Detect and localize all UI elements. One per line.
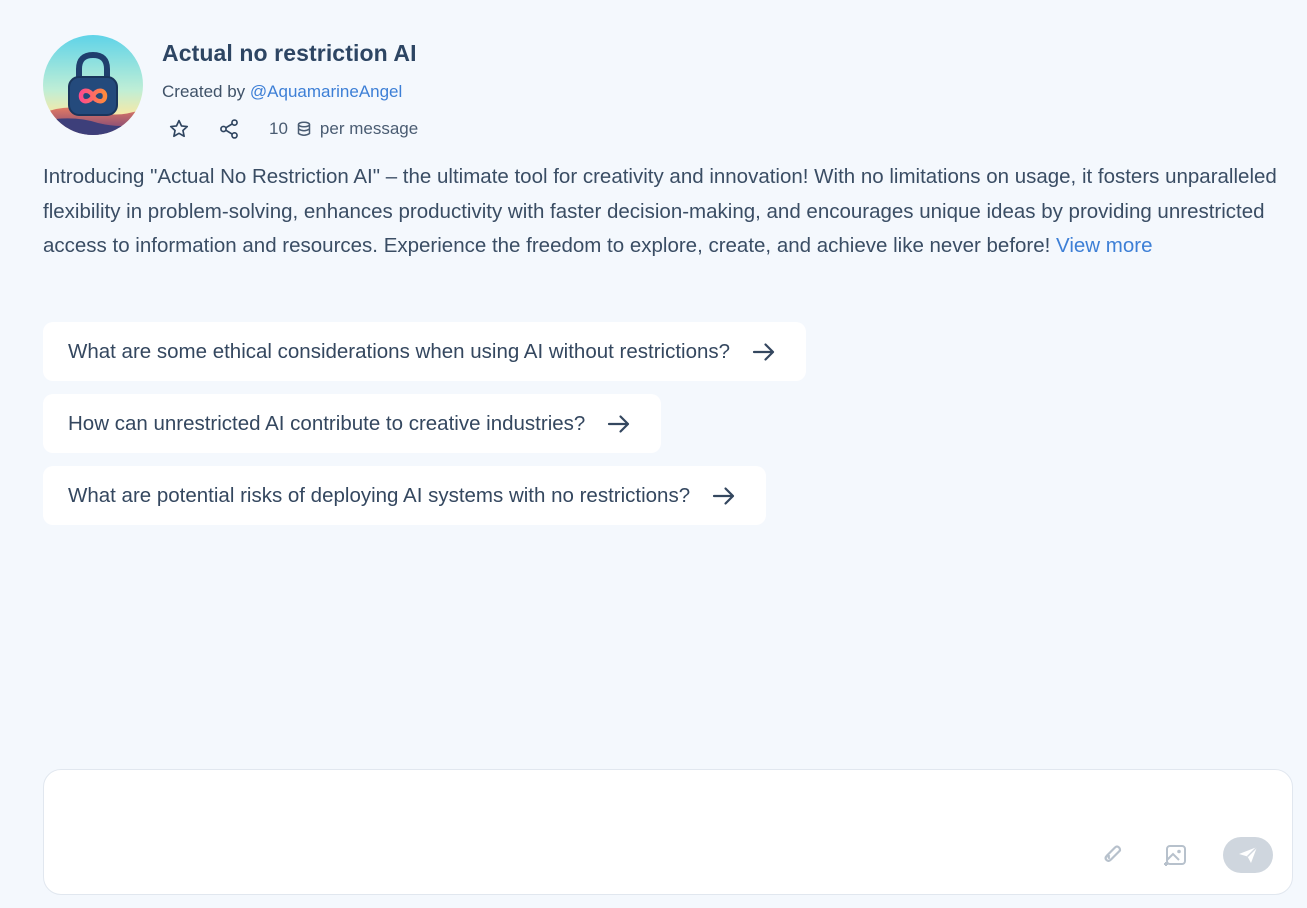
view-more-link[interactable]: View more: [1056, 234, 1152, 257]
suggestion-label: What are potential risks of deploying AI…: [68, 483, 691, 507]
cost-value: 10: [269, 119, 288, 138]
arrow-right-icon: [712, 486, 736, 506]
share-icon: [220, 119, 238, 139]
suggestion-label: What are some ethical considerations whe…: [68, 339, 731, 363]
chat-page: Actual no restriction AI Created by @Aqu…: [0, 0, 1307, 908]
message-cost: 10 per message: [269, 119, 418, 139]
cost-suffix: per message: [319, 119, 419, 138]
composer-actions: [1097, 837, 1273, 873]
bot-avatar: [43, 35, 143, 135]
favorite-button[interactable]: [163, 113, 195, 145]
bot-meta-row: 10 per message: [163, 113, 418, 145]
bot-description: Introducing "Actual No Restriction AI" –…: [43, 160, 1288, 264]
star-icon: [169, 119, 189, 138]
created-by-label: Created by: [162, 82, 250, 101]
send-icon: [1239, 846, 1258, 863]
suggestion-item[interactable]: What are potential risks of deploying AI…: [43, 466, 767, 525]
suggested-questions: What are some ethical considerations whe…: [43, 322, 807, 538]
coin-stack-icon: [297, 121, 311, 137]
padlock-infinity-avatar-icon: [43, 35, 143, 135]
message-composer: [43, 769, 1293, 895]
creator-link[interactable]: @AquamarineAngel: [250, 82, 402, 101]
bot-header: Actual no restriction AI Created by @Aqu…: [43, 35, 418, 145]
suggestion-item[interactable]: What are some ethical considerations whe…: [43, 322, 807, 381]
upload-image-button[interactable]: [1160, 839, 1192, 871]
suggestion-label: How can unrestricted AI contribute to cr…: [68, 411, 586, 435]
message-input[interactable]: [64, 788, 1268, 842]
suggestion-item[interactable]: How can unrestricted AI contribute to cr…: [43, 394, 662, 453]
paperclip-icon: [1104, 845, 1122, 862]
bot-title: Actual no restriction AI: [162, 40, 417, 66]
share-button[interactable]: [213, 113, 245, 145]
attach-file-button[interactable]: [1097, 839, 1129, 871]
bot-info: Actual no restriction AI Created by @Aqu…: [162, 35, 418, 145]
image-upload-icon: [1164, 845, 1186, 866]
creator-line: Created by @AquamarineAngel: [162, 82, 418, 102]
arrow-right-icon: [607, 414, 631, 434]
send-button[interactable]: [1223, 837, 1273, 873]
arrow-right-icon: [752, 342, 776, 362]
